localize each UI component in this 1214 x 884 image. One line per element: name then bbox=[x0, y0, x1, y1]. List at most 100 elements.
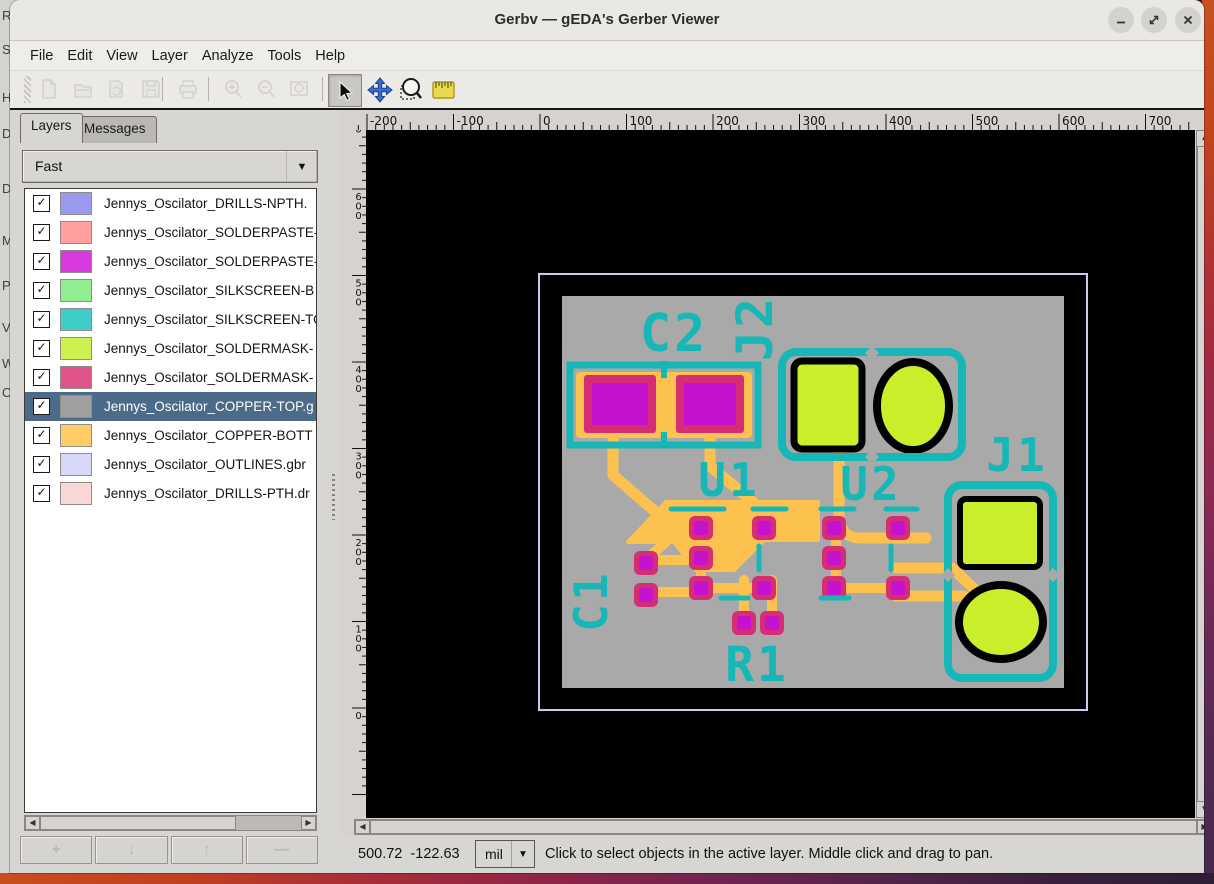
tab-layers[interactable]: Layers bbox=[20, 113, 83, 143]
pad-paste bbox=[765, 616, 779, 630]
move-layer-up-button[interactable]: ↑ bbox=[171, 836, 243, 864]
layer-color-swatch[interactable] bbox=[60, 192, 92, 215]
layer-color-swatch[interactable] bbox=[60, 424, 92, 447]
panel-splitter-handle[interactable] bbox=[332, 474, 335, 520]
layer-color-swatch[interactable] bbox=[60, 337, 92, 360]
layer-color-swatch[interactable] bbox=[60, 482, 92, 505]
gerber-canvas[interactable]: C2J2U1U2J1C1R1 bbox=[366, 130, 1195, 818]
render-mode-value: Fast bbox=[35, 158, 62, 174]
layer-color-swatch[interactable] bbox=[60, 279, 92, 302]
statusbar: 500.72 -122.63 mil ▼ Click to select obj… bbox=[340, 836, 1204, 872]
menu-edit[interactable]: Edit bbox=[60, 46, 99, 66]
layer-visibility-checkbox[interactable]: ✓ bbox=[33, 427, 50, 444]
ref-label-U2: U2 bbox=[840, 457, 901, 511]
layer-name: Jennys_Oscilator_SILKSCREEN-B bbox=[104, 283, 314, 298]
layer-color-swatch[interactable] bbox=[60, 250, 92, 273]
svg-text:500: 500 bbox=[976, 114, 999, 128]
canvas-vertical-scrollbar[interactable]: ▲ ▼ bbox=[1196, 130, 1204, 818]
layer-row[interactable]: ✓ Jennys_Oscilator_SOLDERPASTE- bbox=[25, 247, 316, 276]
scroll-up-icon[interactable]: ▲ bbox=[1197, 131, 1204, 147]
menu-layer[interactable]: Layer bbox=[145, 46, 195, 66]
svg-text:0: 0 bbox=[355, 711, 361, 722]
svg-text:0: 0 bbox=[355, 211, 361, 222]
layer-visibility-checkbox[interactable]: ✓ bbox=[33, 369, 50, 386]
scroll-right-icon[interactable]: ▶ bbox=[1197, 820, 1204, 834]
restore-button[interactable] bbox=[1141, 7, 1167, 33]
svg-text:400: 400 bbox=[889, 114, 912, 128]
layer-row[interactable]: ✓ Jennys_Oscilator_DRILLS-NPTH. bbox=[25, 189, 316, 218]
layer-color-swatch[interactable] bbox=[60, 308, 92, 331]
layer-row[interactable]: ✓ Jennys_Oscilator_OUTLINES.gbr bbox=[25, 450, 316, 479]
layer-name: Jennys_Oscilator_SOLDERMASK- bbox=[104, 341, 313, 356]
layer-visibility-checkbox[interactable]: ✓ bbox=[33, 340, 50, 357]
toolbar-separator bbox=[162, 77, 163, 101]
layer-list-horizontal-scrollbar[interactable]: ◀ ▶ bbox=[24, 815, 317, 831]
layer-row[interactable]: ✓ Jennys_Oscilator_DRILLS-PTH.dr bbox=[25, 479, 316, 508]
coord-y: -122.63 bbox=[410, 846, 459, 862]
layer-buttons-row: +↓↑— bbox=[20, 836, 318, 864]
titlebar[interactable]: Gerbv — gEDA's Gerber Viewer bbox=[10, 0, 1204, 41]
layer-color-swatch[interactable] bbox=[60, 366, 92, 389]
scrollbar-thumb[interactable] bbox=[370, 820, 1197, 834]
layer-name: Jennys_Oscilator_DRILLS-PTH.dr bbox=[104, 486, 310, 501]
scrollbar-thumb[interactable] bbox=[40, 816, 236, 830]
render-mode-dropdown[interactable]: Fast ▼ bbox=[22, 150, 318, 183]
layer-visibility-checkbox[interactable]: ✓ bbox=[33, 195, 50, 212]
close-button[interactable] bbox=[1175, 7, 1201, 33]
pointer-tool-button[interactable] bbox=[328, 74, 362, 107]
layer-visibility-checkbox[interactable]: ✓ bbox=[33, 253, 50, 270]
scroll-down-icon[interactable]: ▼ bbox=[1197, 801, 1204, 817]
layer-color-swatch[interactable] bbox=[60, 453, 92, 476]
menu-view[interactable]: View bbox=[99, 46, 144, 66]
pad-paste bbox=[891, 581, 905, 595]
scroll-left-icon[interactable]: ◀ bbox=[25, 816, 40, 830]
cursor-coordinates: 500.72 -122.63 bbox=[358, 846, 460, 862]
minimize-button[interactable] bbox=[1108, 7, 1134, 33]
layer-row[interactable]: ✓ Jennys_Oscilator_SOLDERMASK- bbox=[25, 334, 316, 363]
svg-text:200: 200 bbox=[716, 114, 739, 128]
toolbar-grip[interactable] bbox=[24, 76, 31, 103]
scroll-left-icon[interactable]: ◀ bbox=[355, 820, 370, 834]
layer-visibility-checkbox[interactable]: ✓ bbox=[33, 224, 50, 241]
layer-visibility-checkbox[interactable]: ✓ bbox=[33, 485, 50, 502]
remove-layer-button[interactable]: — bbox=[246, 836, 318, 864]
pad-paste bbox=[891, 521, 905, 535]
move-layer-down-button[interactable]: ↓ bbox=[95, 836, 167, 864]
pad-paste bbox=[694, 551, 708, 565]
layer-visibility-checkbox[interactable]: ✓ bbox=[33, 311, 50, 328]
measure-tool-button[interactable] bbox=[428, 74, 460, 105]
layer-visibility-checkbox[interactable]: ✓ bbox=[33, 456, 50, 473]
vertical-ruler: 0100200300400500600700 bbox=[351, 130, 366, 818]
svg-text:0: 0 bbox=[355, 471, 361, 482]
pan-tool-button[interactable] bbox=[364, 74, 396, 105]
layer-row[interactable]: ✓ Jennys_Oscilator_SOLDERMASK- bbox=[25, 363, 316, 392]
scrollbar-thumb[interactable] bbox=[1197, 146, 1204, 802]
screen: RStHDDMPVWO Gerbv — gEDA's Gerber Viewer… bbox=[0, 0, 1214, 884]
layer-color-swatch[interactable] bbox=[60, 395, 92, 418]
layer-visibility-checkbox[interactable]: ✓ bbox=[33, 282, 50, 299]
menu-file[interactable]: File bbox=[23, 46, 60, 66]
menu-help[interactable]: Help bbox=[308, 46, 352, 66]
layer-row[interactable]: ✓ Jennys_Oscilator_SILKSCREEN-TO bbox=[25, 305, 316, 334]
layer-name: Jennys_Oscilator_SOLDERMASK- bbox=[104, 370, 313, 385]
layer-row[interactable]: ✓ Jennys_Oscilator_COPPER-TOP.g bbox=[25, 392, 316, 421]
pad-paste bbox=[757, 521, 771, 535]
canvas-horizontal-scrollbar[interactable]: ◀ ▶ bbox=[354, 819, 1204, 835]
layer-row[interactable]: ✓ Jennys_Oscilator_COPPER-BOTT bbox=[25, 421, 316, 450]
units-value: mil bbox=[485, 846, 503, 862]
layer-visibility-checkbox[interactable]: ✓ bbox=[33, 398, 50, 415]
layer-row[interactable]: ✓ Jennys_Oscilator_SOLDERPASTE- bbox=[25, 218, 316, 247]
layer-row[interactable]: ✓ Jennys_Oscilator_SILKSCREEN-B bbox=[25, 276, 316, 305]
pad-paste bbox=[827, 551, 841, 565]
tab-messages[interactable]: Messages bbox=[73, 116, 157, 143]
gerbv-window: Gerbv — gEDA's Gerber Viewer File Edit V… bbox=[10, 0, 1204, 873]
zoom-select-tool-button[interactable] bbox=[395, 74, 427, 105]
units-dropdown[interactable]: mil ▼ bbox=[475, 840, 535, 868]
add-layer-button[interactable]: + bbox=[20, 836, 92, 864]
menu-tools[interactable]: Tools bbox=[260, 46, 308, 66]
menu-analyze[interactable]: Analyze bbox=[195, 46, 261, 66]
layer-color-swatch[interactable] bbox=[60, 221, 92, 244]
svg-text:100: 100 bbox=[630, 114, 653, 128]
layer-name: Jennys_Oscilator_DRILLS-NPTH. bbox=[104, 196, 307, 211]
scroll-right-icon[interactable]: ▶ bbox=[301, 816, 316, 830]
